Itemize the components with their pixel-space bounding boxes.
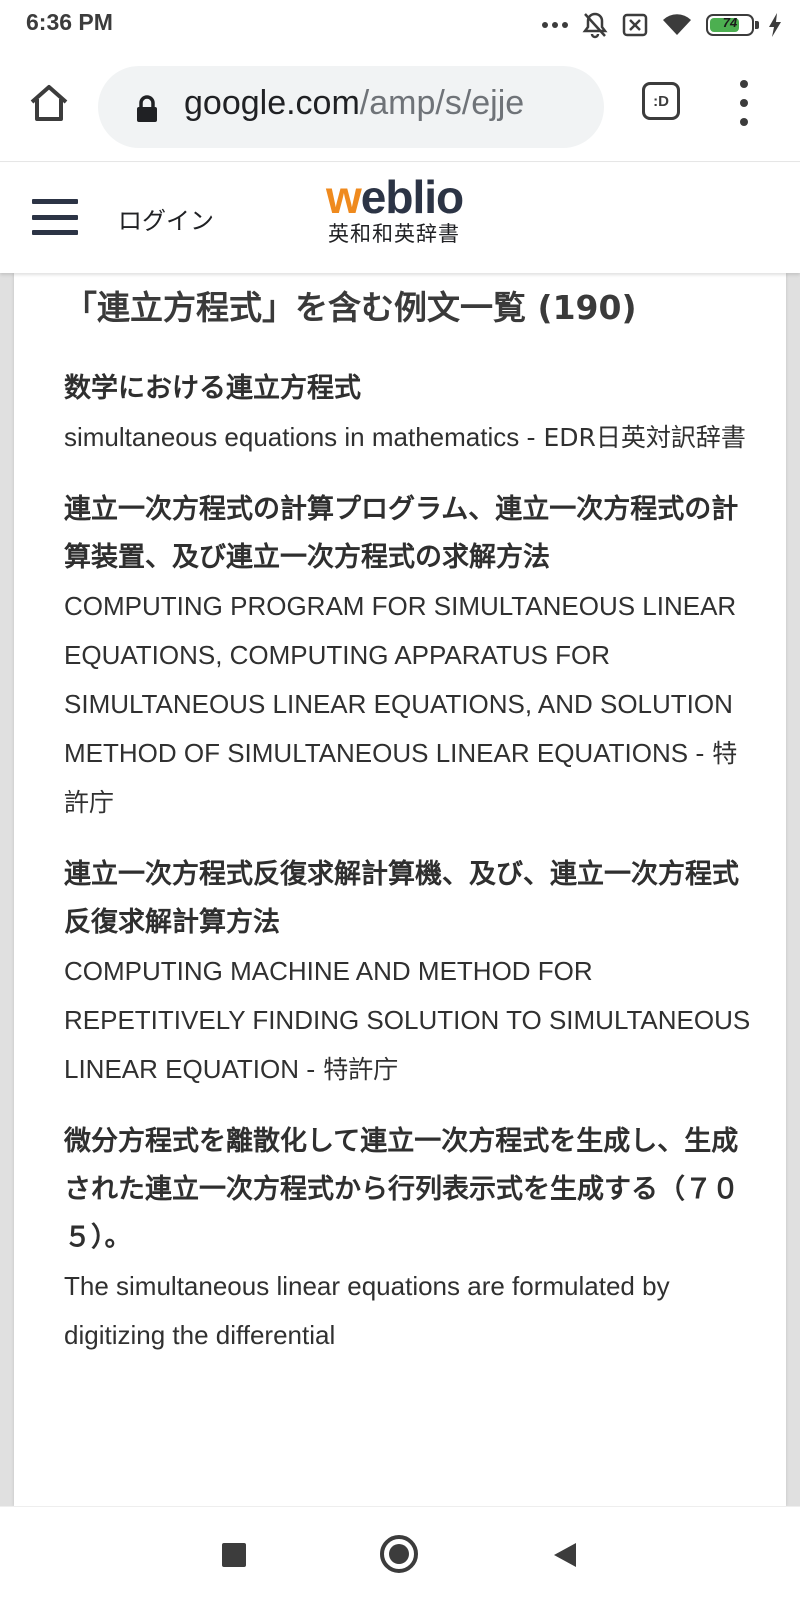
example-japanese: 連立一次方程式の計算プログラム、連立一次方程式の計算装置、及び連立一次方程式の求… xyxy=(64,494,739,573)
hamburger-menu-icon[interactable] xyxy=(32,199,78,235)
tab-switcher-label: :D xyxy=(653,92,669,110)
sim-off-icon xyxy=(622,13,648,37)
more-dots-icon xyxy=(542,22,568,28)
tab-switcher-button[interactable]: :D xyxy=(642,82,680,120)
wifi-icon xyxy=(663,14,691,36)
browser-menu-button[interactable] xyxy=(724,80,764,126)
charging-bolt-icon xyxy=(769,13,781,37)
battery-level: 74 xyxy=(722,15,738,30)
examples-card: 「連立方程式」を含む例文一覧 (190) 数学における連立方程式 simulta… xyxy=(14,273,786,1506)
nav-home-button[interactable] xyxy=(380,1535,418,1573)
site-header: ログイン weblio 英和和英辞書 xyxy=(0,163,800,273)
weblio-logo[interactable]: weblio 英和和英辞書 xyxy=(326,173,476,247)
example-english: COMPUTING PROGRAM FOR SIMULTANEOUS LINEA… xyxy=(64,591,738,817)
system-nav-bar xyxy=(0,1506,800,1600)
page-title: 「連立方程式」を含む例文一覧 (190) xyxy=(64,288,637,327)
home-button[interactable] xyxy=(24,78,74,128)
address-bar[interactable]: google.com/amp/s/ejje xyxy=(98,66,604,148)
status-time: 6:36 PM xyxy=(26,9,113,35)
bell-muted-icon xyxy=(582,12,608,39)
status-bar: 6:36 PM 74 xyxy=(0,0,800,52)
examples-list: 数学における連立方程式 simultaneous equations in ma… xyxy=(64,365,754,1384)
example-japanese: 微分方程式を離散化して連立一次方程式を生成し、生成された連立一次方程式から行列表… xyxy=(64,1126,739,1253)
lock-icon xyxy=(137,95,157,122)
example-english: simultaneous equations in mathematics - … xyxy=(64,422,746,452)
example-japanese: 連立一次方程式反復求解計算機、及び、連立一次方程式反復求解計算方法 xyxy=(64,859,739,938)
page-content: 「連立方程式」を含む例文一覧 (190) 数学における連立方程式 simulta… xyxy=(0,273,800,1506)
battery-icon: 74 xyxy=(706,14,759,36)
browser-toolbar: google.com/amp/s/ejje :D xyxy=(0,52,800,162)
home-icon xyxy=(30,85,68,121)
example-english: The simultaneous linear equations are fo… xyxy=(64,1271,670,1350)
status-icons: 74 xyxy=(542,10,782,40)
example-source[interactable]: - 特許庁 xyxy=(306,1055,398,1084)
list-item: 連立一次方程式の計算プログラム、連立一次方程式の計算装置、及び連立一次方程式の求… xyxy=(64,486,754,827)
logo-rest: eblio xyxy=(360,171,464,223)
example-source[interactable]: - EDR日英対訳辞書 xyxy=(526,423,745,452)
logo-subtitle: 英和和英辞書 xyxy=(328,222,460,246)
recent-apps-button[interactable] xyxy=(222,1543,246,1567)
logo-prefix: w xyxy=(326,171,362,223)
back-button[interactable] xyxy=(552,1541,578,1569)
url-domain: google.com xyxy=(184,84,360,122)
url-text: google.com/amp/s/ejje xyxy=(184,84,524,123)
login-link[interactable]: ログイン xyxy=(118,201,214,236)
list-item: 連立一次方程式反復求解計算機、及び、連立一次方程式反復求解計算方法 COMPUT… xyxy=(64,851,754,1094)
url-path: /amp/s/ejje xyxy=(359,84,525,122)
list-item: 数学における連立方程式 simultaneous equations in ma… xyxy=(64,365,754,462)
list-item: 微分方程式を離散化して連立一次方程式を生成し、生成された連立一次方程式から行列表… xyxy=(64,1118,754,1360)
example-english: COMPUTING MACHINE AND METHOD FOR REPETIT… xyxy=(64,956,751,1084)
example-japanese: 数学における連立方程式 xyxy=(64,373,361,404)
